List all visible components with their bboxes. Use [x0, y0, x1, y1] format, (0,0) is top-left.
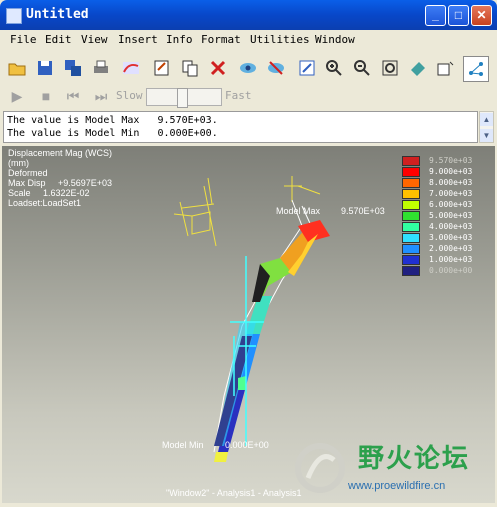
legend-swatch [402, 167, 420, 177]
animation-bar: ▶ ■ ⏮ ⏭ Slow Fast [0, 85, 497, 107]
show-result-icon[interactable] [236, 56, 260, 80]
legend-value: 9.000e+03 [429, 167, 473, 176]
legend-value: 9.570e+03 [429, 156, 473, 165]
legend-row: 6.000e+03 [402, 200, 492, 211]
message-area: The value is Model Max 9.570E+03. The val… [3, 111, 478, 143]
legend-value: 7.000e+03 [429, 189, 473, 198]
legend-row: 7.000e+03 [402, 189, 492, 200]
legend-row: 3.000e+03 [402, 233, 492, 244]
legend-value: 2.000e+03 [429, 244, 473, 253]
slow-label: Slow [116, 89, 143, 102]
menu-info[interactable]: Info [166, 33, 193, 46]
open-icon[interactable] [5, 56, 29, 80]
legend-row: 0.000e+00 [402, 266, 492, 277]
legend-value: 6.000e+03 [429, 200, 473, 209]
message-line: The value is Model Max 9.570E+03. [7, 115, 218, 126]
graphics-window[interactable]: Displacement Mag (WCS) (mm) Deformed Max… [2, 146, 495, 503]
legend-value: 5.000e+03 [429, 211, 473, 220]
scroll-down-icon[interactable]: ▼ [480, 129, 493, 142]
title-bar: Untitled _ □ ✕ [0, 0, 497, 30]
window-title: Untitled [26, 7, 89, 22]
legend-swatch [402, 200, 420, 210]
hide-result-icon[interactable] [264, 56, 288, 80]
legend-swatch [402, 233, 420, 243]
refit-icon[interactable] [378, 56, 402, 80]
message-scrollbar[interactable]: ▲ ▼ [479, 111, 494, 143]
model-max-value: 9.570E+03 [341, 206, 385, 216]
legend-swatch [402, 156, 420, 166]
legend-row: 4.000e+03 [402, 222, 492, 233]
fast-label: Fast [225, 89, 252, 102]
zoom-out-icon[interactable] [350, 56, 374, 80]
legend-swatch [402, 211, 420, 221]
window-footer: "Window2" - Analysis1 - Analysis1 [166, 488, 302, 498]
first-frame-icon[interactable]: ⏮ [64, 88, 82, 104]
menu-window[interactable]: Window [315, 33, 355, 46]
legend-value: 0.000e+00 [429, 266, 473, 275]
close-button[interactable]: ✕ [471, 5, 492, 26]
legend-swatch [402, 255, 420, 265]
watermark-url: www.proewildfire.cn [348, 480, 446, 492]
pick-icon[interactable] [295, 56, 319, 80]
menu-file[interactable]: File [10, 33, 37, 46]
message-line: The value is Model Min 0.000E+00. [7, 128, 218, 139]
stop-icon[interactable]: ■ [37, 88, 55, 104]
print-icon[interactable] [89, 56, 113, 80]
watermark-text: 野火论坛 [358, 444, 471, 474]
maximize-button[interactable]: □ [448, 5, 469, 26]
legend-row: 1.000e+03 [402, 255, 492, 266]
app-icon [6, 8, 22, 24]
minimize-button[interactable]: _ [425, 5, 446, 26]
play-icon[interactable]: ▶ [8, 88, 26, 104]
model-min-value: 0.000E+00 [225, 440, 269, 450]
legend-row: 2.000e+03 [402, 244, 492, 255]
legend-swatch [402, 266, 420, 276]
menu-insert[interactable]: Insert [118, 33, 158, 46]
legend-row: 9.000e+03 [402, 167, 492, 178]
legend-row: 5.000e+03 [402, 211, 492, 222]
watermark-logo-icon [295, 443, 345, 493]
main-toolbar [0, 52, 497, 84]
model-max-label: Model Max [276, 206, 321, 216]
speed-slider[interactable] [146, 88, 222, 108]
legend-swatch [402, 222, 420, 232]
spin-center-icon[interactable] [463, 56, 489, 82]
legend-row: 9.570e+03 [402, 156, 492, 167]
zoom-in-icon[interactable] [322, 56, 346, 80]
menu-bar: File Edit View Insert Info Format Utilit… [0, 30, 497, 50]
copy-icon[interactable] [178, 56, 202, 80]
deformed-part [214, 220, 330, 462]
save-icon[interactable] [33, 56, 57, 80]
slider-thumb[interactable] [177, 88, 188, 108]
delete-icon[interactable] [206, 56, 230, 80]
fringe-icon[interactable] [119, 56, 143, 80]
model-min-label: Model Min [162, 440, 204, 450]
orient-icon[interactable] [406, 56, 430, 80]
scroll-up-icon[interactable]: ▲ [480, 113, 493, 126]
legend-value: 1.000e+03 [429, 255, 473, 264]
menu-edit[interactable]: Edit [45, 33, 72, 46]
menu-view[interactable]: View [81, 33, 108, 46]
edit-definition-icon[interactable] [150, 56, 174, 80]
menu-utilities[interactable]: Utilities [250, 33, 310, 46]
legend-swatch [402, 244, 420, 254]
legend-swatch [402, 178, 420, 188]
legend-row: 8.000e+03 [402, 178, 492, 189]
watermark: 野火论坛 www.proewildfire.cn [286, 438, 491, 500]
next-frame-icon[interactable]: ⏭ [92, 88, 110, 104]
menu-format[interactable]: Format [201, 33, 241, 46]
legend-value: 8.000e+03 [429, 178, 473, 187]
view-selector-icon[interactable] [434, 56, 458, 80]
legend-value: 4.000e+03 [429, 222, 473, 231]
save-all-icon[interactable] [61, 56, 85, 80]
legend-value: 3.000e+03 [429, 233, 473, 242]
legend-swatch [402, 189, 420, 199]
